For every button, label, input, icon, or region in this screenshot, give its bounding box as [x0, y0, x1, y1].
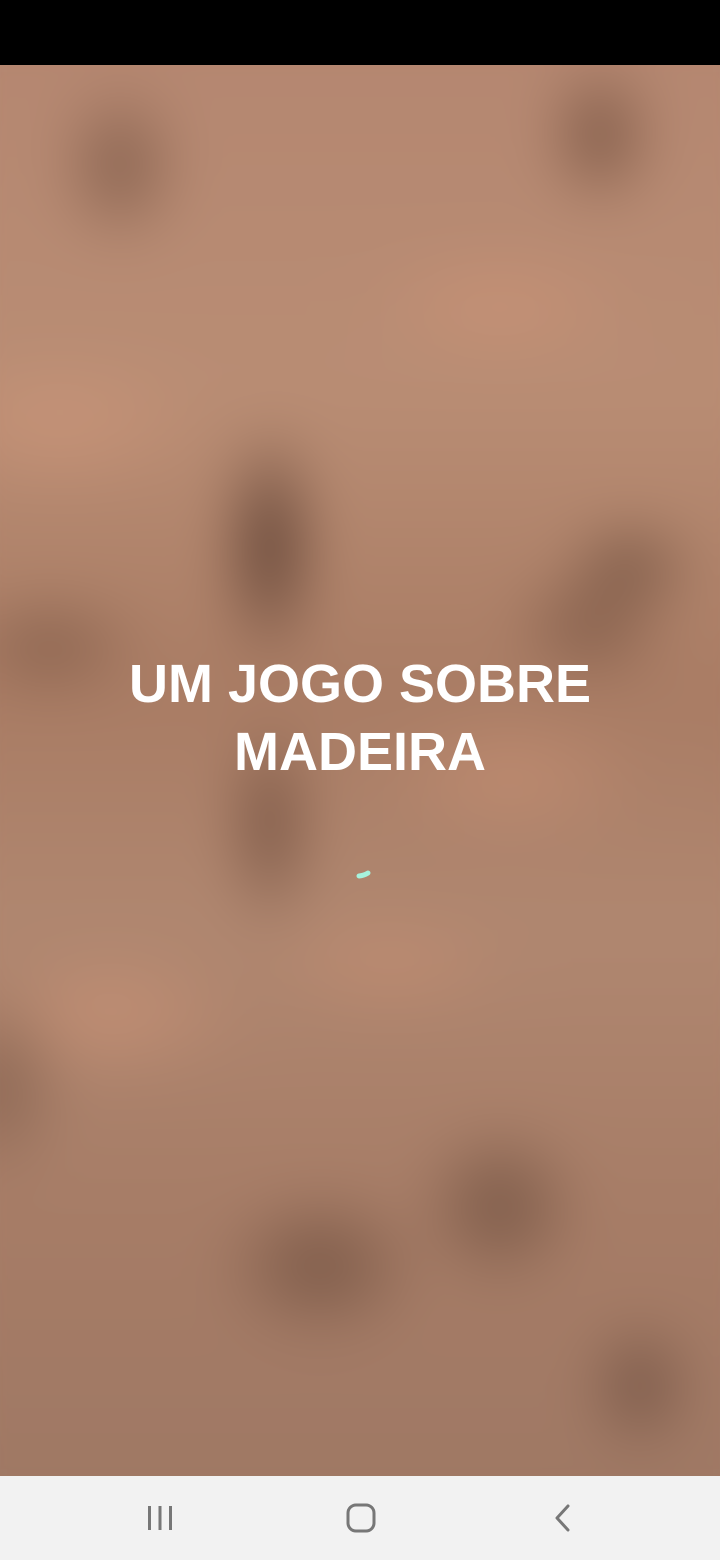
recent-apps-button[interactable] [115, 1476, 205, 1560]
splash-title-line-2: MADEIRA [234, 722, 486, 782]
status-bar [0, 0, 720, 65]
splash-title-line-1: UM JOGO SOBRE [128, 654, 592, 714]
loading-spinner-arc [356, 870, 371, 879]
home-icon [346, 1503, 376, 1533]
home-button[interactable] [316, 1476, 406, 1560]
navigation-bar [0, 1476, 720, 1560]
screen: UM JOGO SOBRE MADEIRA [0, 0, 720, 1560]
back-icon [555, 1504, 570, 1532]
recent-apps-icon [148, 1506, 172, 1530]
splash-title: UM JOGO SOBRE MADEIRA [0, 650, 720, 786]
back-button[interactable] [518, 1476, 608, 1560]
loading-spinner [356, 870, 371, 879]
